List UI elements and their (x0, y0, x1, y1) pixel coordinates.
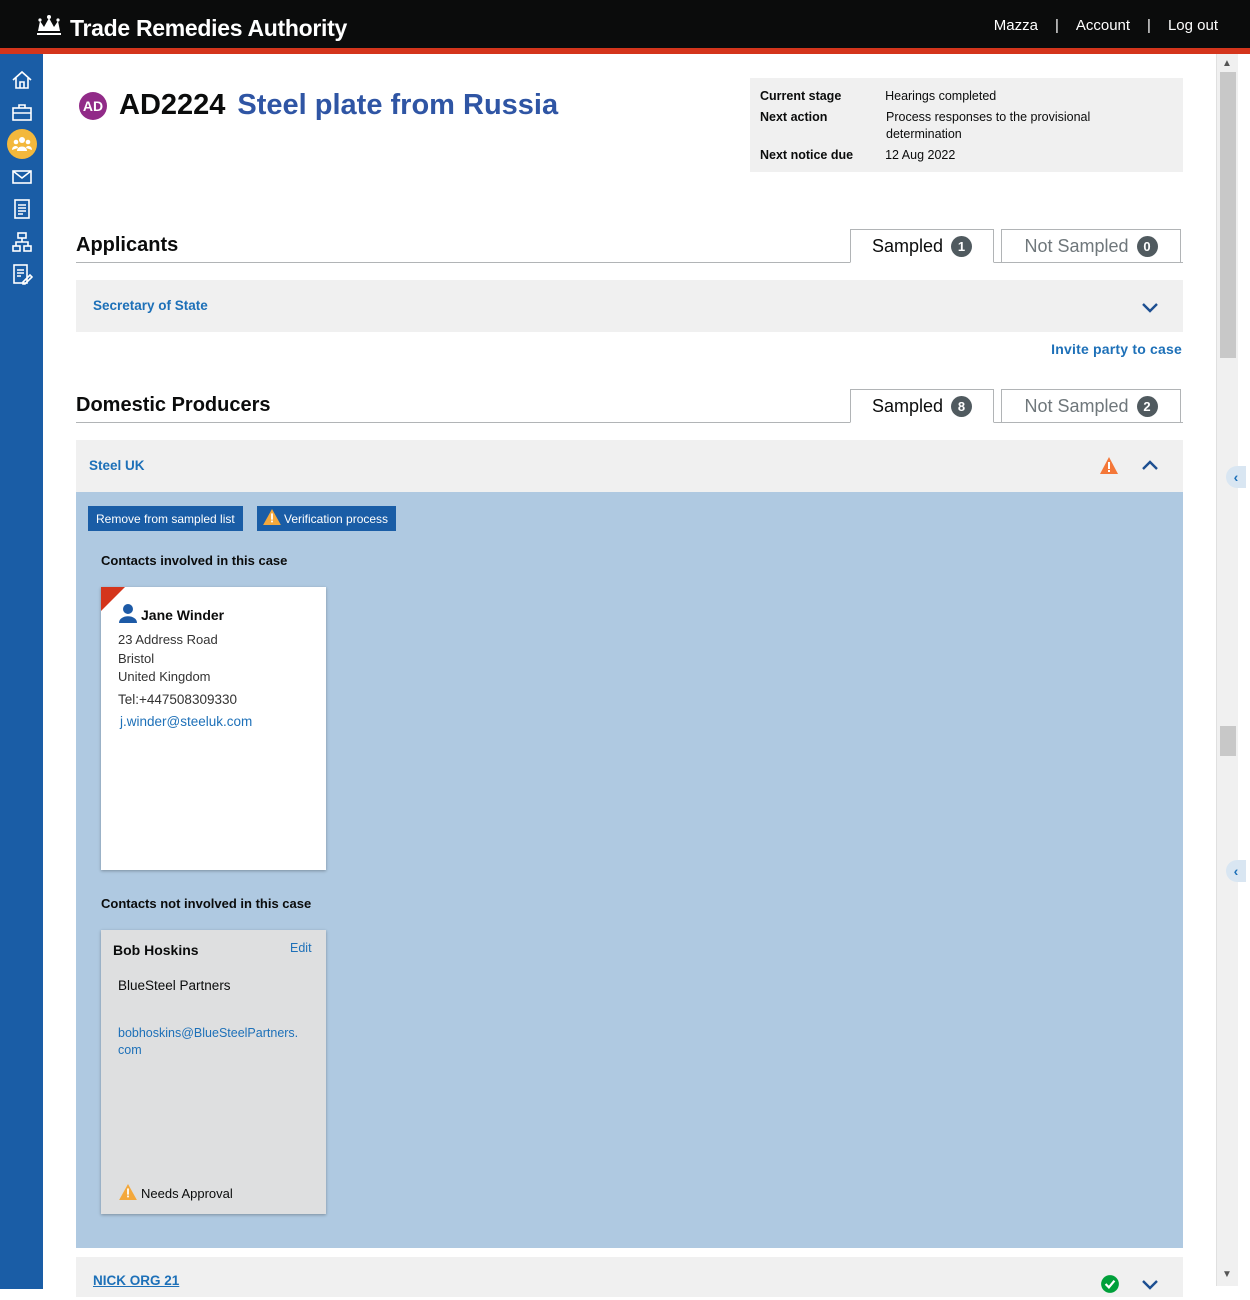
check-circle-icon (1100, 1274, 1119, 1293)
case-type-badge: AD (79, 91, 107, 120)
involved-contacts-heading: Contacts involved in this case (101, 553, 288, 568)
button-label: Remove from sampled list (96, 511, 235, 526)
warning-icon (263, 509, 281, 528)
edit-document-icon[interactable] (9, 261, 35, 287)
contact-address-line: Bristol (118, 651, 155, 666)
chevron-up-icon[interactable] (1140, 455, 1160, 475)
account-link[interactable]: Account (1076, 17, 1130, 34)
person-icon (119, 603, 137, 626)
count-badge: 1 (951, 235, 973, 257)
scroll-down-icon[interactable]: ▼ (1222, 1269, 1232, 1280)
collapse-panel-icon[interactable]: ‹ (1226, 466, 1246, 488)
approval-status: Needs Approval (119, 1184, 233, 1203)
contact-phone: Tel:+447508309330 (118, 692, 237, 707)
home-icon[interactable] (9, 67, 35, 93)
nav-separator: | (1054, 17, 1059, 34)
party-details-panel: Remove from sampled list Verification pr… (76, 492, 1183, 1248)
tab-domestic-not-sampled[interactable]: Not Sampled 2 (1001, 389, 1181, 423)
top-nav: Mazza | Account | Log out (994, 17, 1218, 34)
party-name[interactable]: Steel UK (89, 458, 145, 473)
verification-process-button[interactable]: Verification process (257, 506, 397, 531)
next-notice-label: Next notice due (760, 148, 854, 162)
chevron-down-icon[interactable] (1140, 298, 1160, 318)
button-label: Verification process (284, 511, 389, 526)
tab-label: Sampled (871, 395, 944, 416)
count-badge: 0 (1136, 235, 1158, 257)
crown-icon (34, 13, 64, 43)
contact-address-line: 23 Address Road (118, 632, 218, 647)
contact-organisation: BlueSteel Partners (118, 978, 231, 993)
scroll-up-icon[interactable]: ▲ (1222, 58, 1232, 69)
warning-icon (1099, 456, 1119, 476)
tab-domestic-sampled[interactable]: Sampled 8 (850, 389, 994, 423)
next-notice-value: 12 Aug 2022 (885, 148, 956, 162)
nav-separator: | (1147, 17, 1151, 34)
page-title: AD AD2224 Steel plate from Russia (79, 89, 558, 122)
sitemap-icon[interactable] (9, 229, 35, 255)
case-status-panel: Current stage Hearings completed Next ac… (750, 78, 1183, 172)
applicants-section-header: Applicants Sampled 1 Not Sampled 0 (76, 229, 1183, 263)
brand-title: Trade Remedies Authority (70, 14, 347, 41)
domestic-producers-heading: Domestic Producers (76, 394, 271, 416)
people-icon[interactable] (7, 129, 37, 159)
domestic-producers-section-header: Domestic Producers Sampled 8 Not Sampled… (76, 389, 1183, 423)
briefcase-icon[interactable] (9, 99, 35, 125)
next-action-value: Process responses to the provisional det… (886, 110, 1091, 141)
contact-email-link[interactable]: bobhoskins@BlueSteelPartners. com (118, 1025, 298, 1059)
envelope-icon[interactable] (9, 164, 35, 190)
tab-applicants-sampled[interactable]: Sampled 1 (850, 229, 994, 263)
scrollbar-thumb-secondary[interactable] (1220, 726, 1236, 756)
party-row-nick-org-21[interactable]: NICK ORG 21 (76, 1257, 1183, 1297)
next-action-label: Next action (760, 110, 828, 124)
edit-contact-link[interactable]: Edit (290, 941, 312, 955)
applicants-heading: Applicants (76, 234, 179, 256)
warning-icon (119, 1184, 137, 1203)
count-badge: 8 (951, 395, 973, 417)
collapse-panel-icon[interactable]: ‹ (1226, 860, 1246, 882)
page-scrollbar[interactable]: ▲ ▼ (1216, 54, 1238, 1286)
contact-name-text: Jane Winder (141, 606, 225, 623)
contact-name-text: Bob Hoskins (113, 942, 199, 958)
count-badge: 2 (1136, 395, 1158, 417)
tab-label: Not Sampled (1024, 235, 1129, 256)
contact-card: Bob Hoskins Edit BlueSteel Partners bobh… (101, 930, 326, 1214)
contact-address-line: United Kingdom (118, 669, 211, 684)
approval-status-text: Needs Approval (141, 1186, 233, 1201)
status-row: Current stage Hearings completed (760, 88, 1173, 105)
contact-name: Jane Winder (119, 603, 224, 626)
tab-label: Sampled (871, 235, 944, 256)
party-name[interactable]: Secretary of State (93, 298, 208, 313)
tab-label: Not Sampled (1024, 395, 1129, 416)
top-header: Trade Remedies Authority Mazza | Account… (0, 0, 1250, 54)
logout-link[interactable]: Log out (1168, 17, 1218, 34)
party-row-secretary-of-state[interactable]: Secretary of State (76, 280, 1183, 332)
scrollbar-thumb[interactable] (1220, 72, 1236, 358)
contact-email-link[interactable]: j.winder@steeluk.com (120, 714, 252, 729)
party-name[interactable]: NICK ORG 21 (93, 1273, 179, 1288)
email-line: bobhoskins@BlueSteelPartners. (118, 1026, 299, 1040)
status-row: Next action Process responses to the pro… (760, 109, 1173, 143)
left-sidebar (0, 54, 43, 1289)
invite-party-link[interactable]: Invite party to case (1051, 341, 1182, 357)
current-stage-value: Hearings completed (885, 89, 997, 103)
status-row: Next notice due 12 Aug 2022 (760, 147, 1173, 164)
tab-applicants-not-sampled[interactable]: Not Sampled 0 (1001, 229, 1181, 263)
party-row-steel-uk[interactable]: Steel UK (76, 440, 1183, 492)
brand[interactable]: Trade Remedies Authority (34, 13, 347, 43)
case-reference: AD2224 (119, 89, 226, 121)
email-line: com (118, 1043, 142, 1057)
not-involved-contacts-heading: Contacts not involved in this case (101, 896, 312, 911)
user-link[interactable]: Mazza (994, 17, 1038, 34)
current-stage-label: Current stage (760, 89, 842, 103)
document-icon[interactable] (9, 196, 35, 222)
remove-from-sampled-button[interactable]: Remove from sampled list (88, 506, 243, 531)
contact-card: Jane Winder 23 Address Road Bristol Unit… (101, 587, 326, 870)
case-name: Steel plate from Russia (237, 89, 559, 121)
chevron-down-icon[interactable] (1140, 1275, 1160, 1295)
